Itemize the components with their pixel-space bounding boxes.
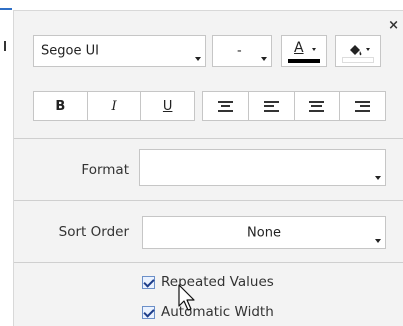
section-divider [14, 138, 403, 139]
automatic-width-checkbox[interactable] [142, 305, 155, 319]
align-right-icon [355, 100, 371, 112]
font-color-swatch [288, 59, 320, 63]
font-size-select[interactable]: - [212, 35, 272, 67]
sort-order-value: None [247, 225, 281, 240]
fill-color-button[interactable] [335, 35, 381, 67]
repeated-values-option[interactable]: Repeated Values [142, 274, 274, 290]
chevron-down-icon [366, 48, 370, 51]
background-divider [0, 8, 12, 10]
italic-button[interactable]: I [86, 92, 141, 120]
mouse-cursor-icon [178, 284, 195, 311]
chevron-down-icon [261, 57, 267, 61]
automatic-width-option[interactable]: Automatic Width [142, 304, 274, 320]
format-select[interactable] [139, 149, 386, 186]
sort-order-label: Sort Order [58, 224, 129, 240]
sort-order-select[interactable]: None [142, 216, 386, 249]
chevron-down-icon [195, 57, 201, 61]
font-family-select[interactable]: Segoe UI [33, 35, 206, 67]
paint-bucket-icon [350, 45, 362, 56]
underline-button[interactable]: U [140, 92, 194, 120]
align-center-button[interactable] [293, 92, 340, 120]
align-right-button[interactable] [339, 92, 385, 120]
font-color-glyph: A [294, 40, 304, 56]
font-color-button[interactable]: A [281, 35, 327, 67]
repeated-values-checkbox[interactable] [142, 275, 155, 289]
align-left-icon [263, 100, 279, 112]
font-family-value: Segoe UI [41, 43, 99, 59]
format-label: Format [81, 162, 129, 178]
bold-button[interactable]: B [34, 92, 87, 120]
formatting-panel: × Segoe UI - A B I U Format Sort Order N… [13, 10, 403, 326]
chevron-down-icon [375, 239, 381, 243]
section-divider [14, 262, 403, 263]
align-distributed-button[interactable] [203, 92, 248, 120]
align-left-button[interactable] [247, 92, 294, 120]
background-tick [4, 41, 6, 51]
alignment-group [202, 91, 386, 121]
align-distributed-icon [217, 100, 233, 112]
chevron-down-icon [312, 48, 316, 51]
section-divider [14, 200, 403, 201]
chevron-down-icon [375, 176, 381, 180]
fill-color-swatch [342, 57, 374, 63]
font-size-value: - [237, 43, 242, 59]
close-icon[interactable]: × [388, 19, 399, 32]
align-center-icon [309, 100, 325, 112]
text-style-group: B I U [33, 91, 195, 121]
